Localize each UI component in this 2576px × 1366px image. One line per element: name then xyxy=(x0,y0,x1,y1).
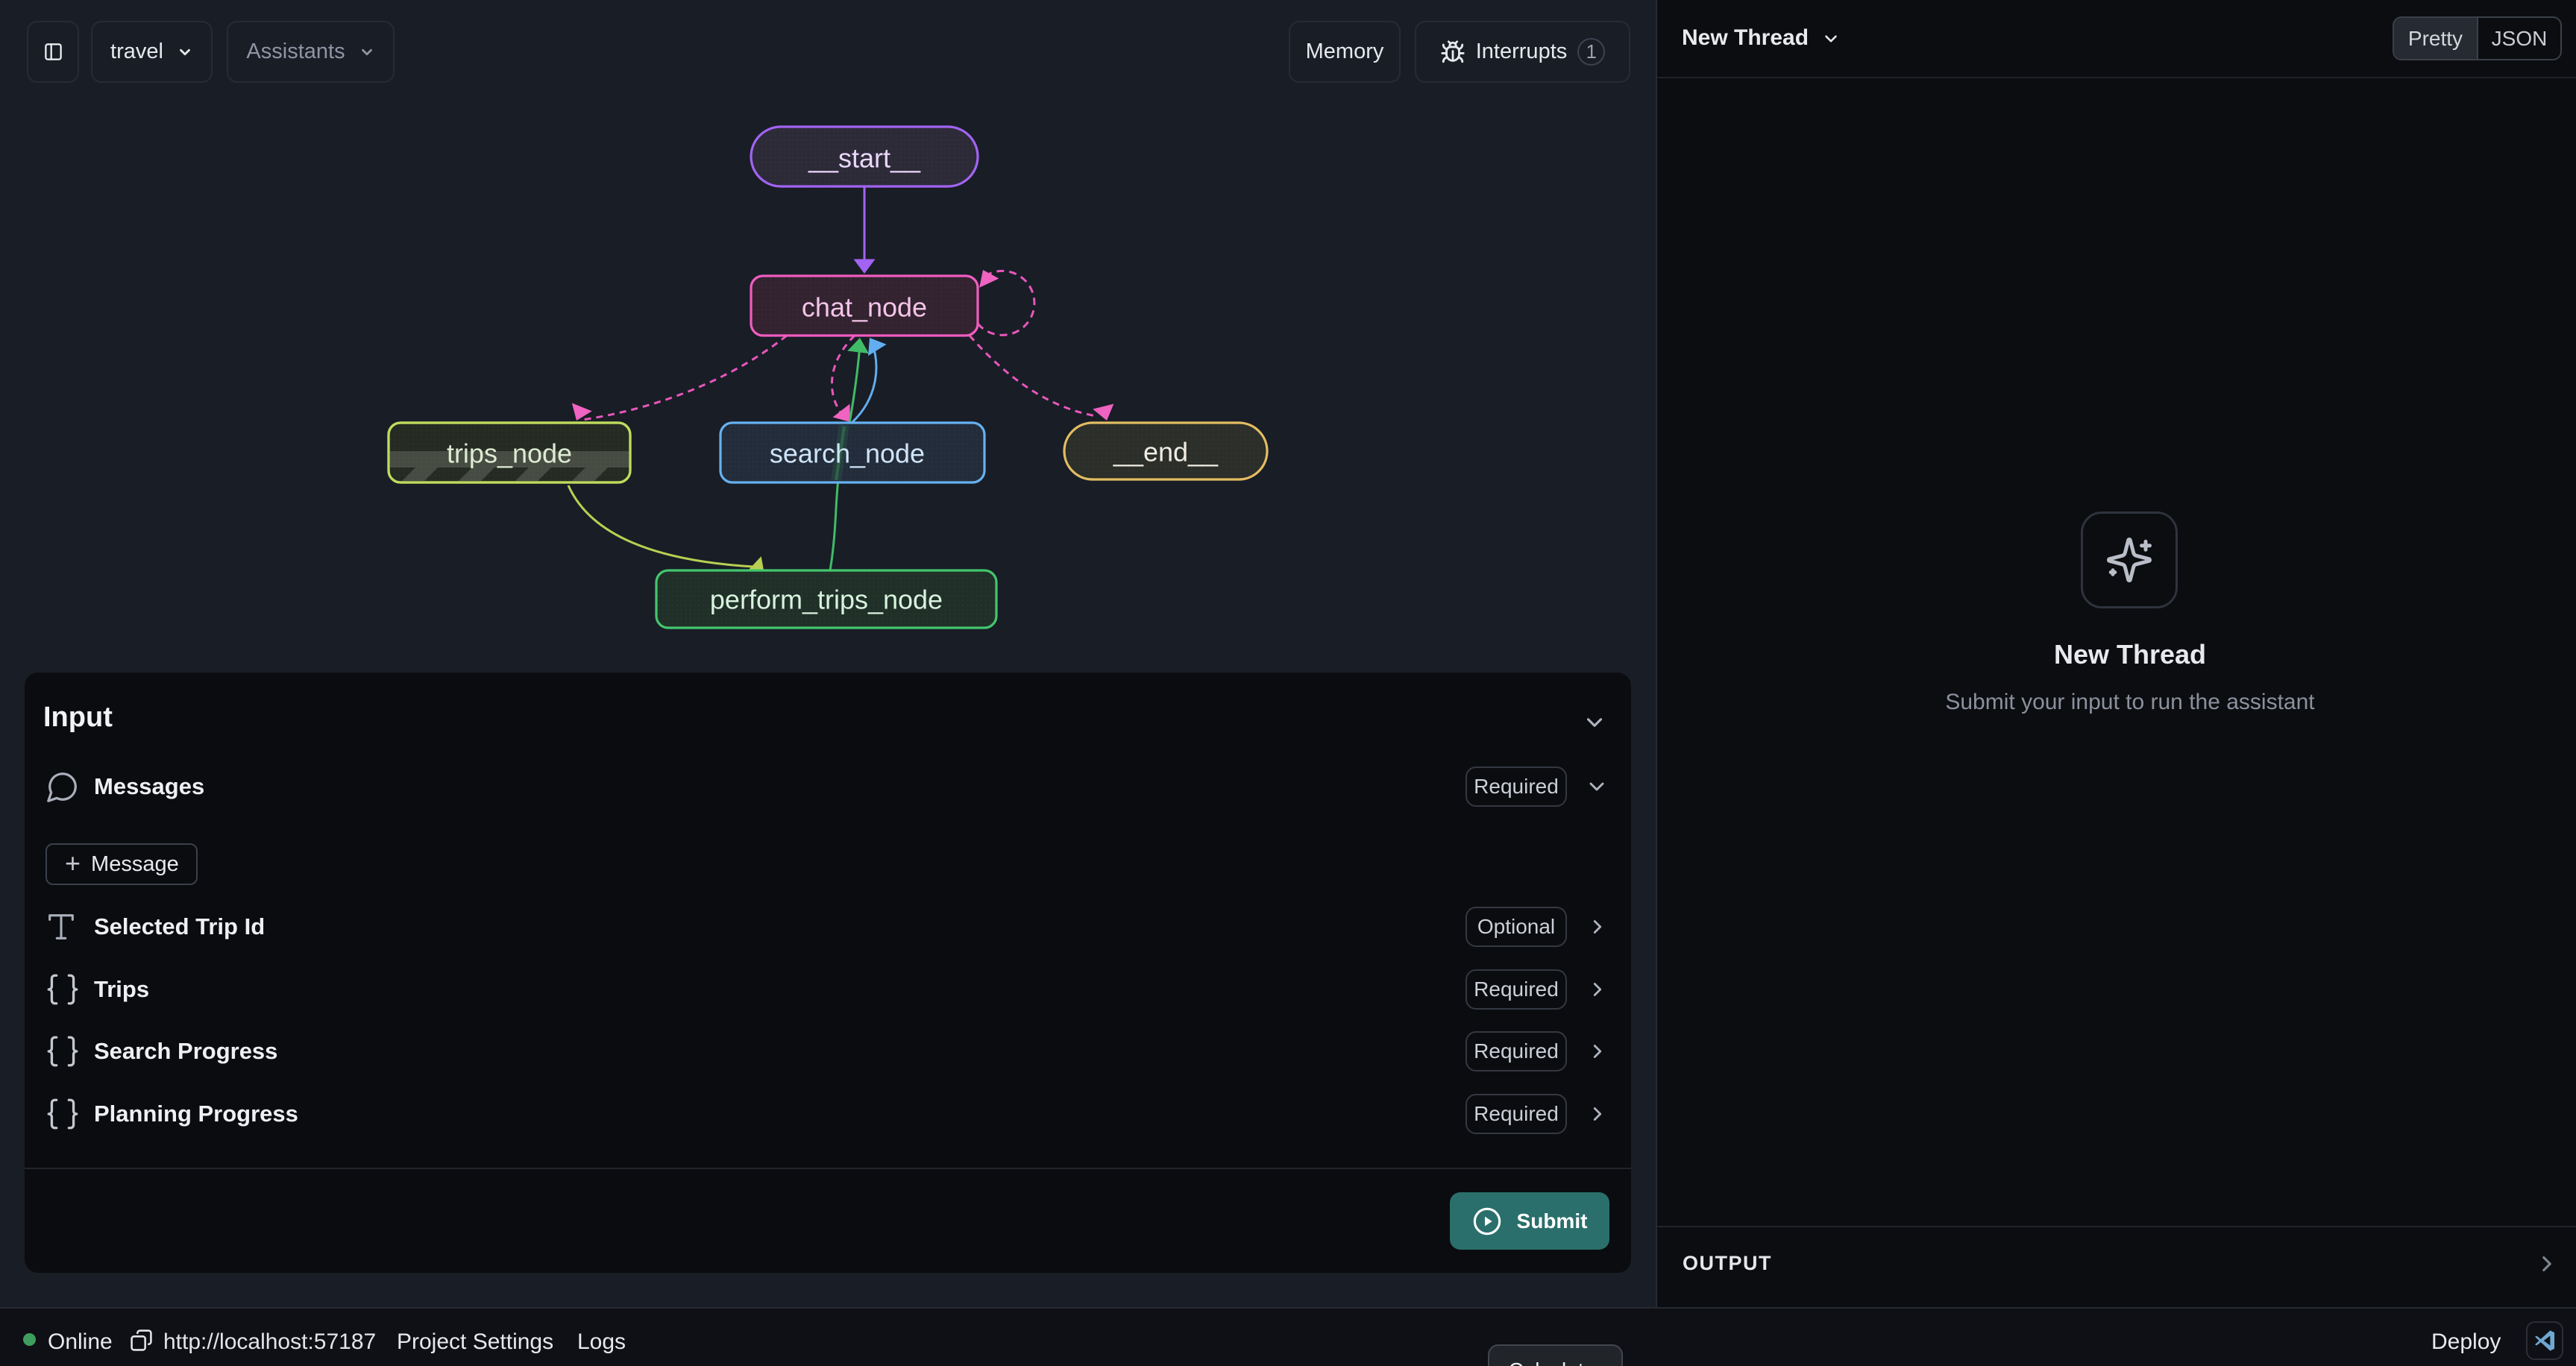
svg-text:__end__: __end__ xyxy=(1113,437,1219,468)
svg-text:perform_trips_node: perform_trips_node xyxy=(710,585,943,615)
svg-text:__start__: __start__ xyxy=(808,143,921,174)
svg-text:search_node: search_node xyxy=(770,438,925,469)
svg-text:trips_node: trips_node xyxy=(447,438,572,469)
svg-text:chat_node: chat_node xyxy=(802,292,927,323)
